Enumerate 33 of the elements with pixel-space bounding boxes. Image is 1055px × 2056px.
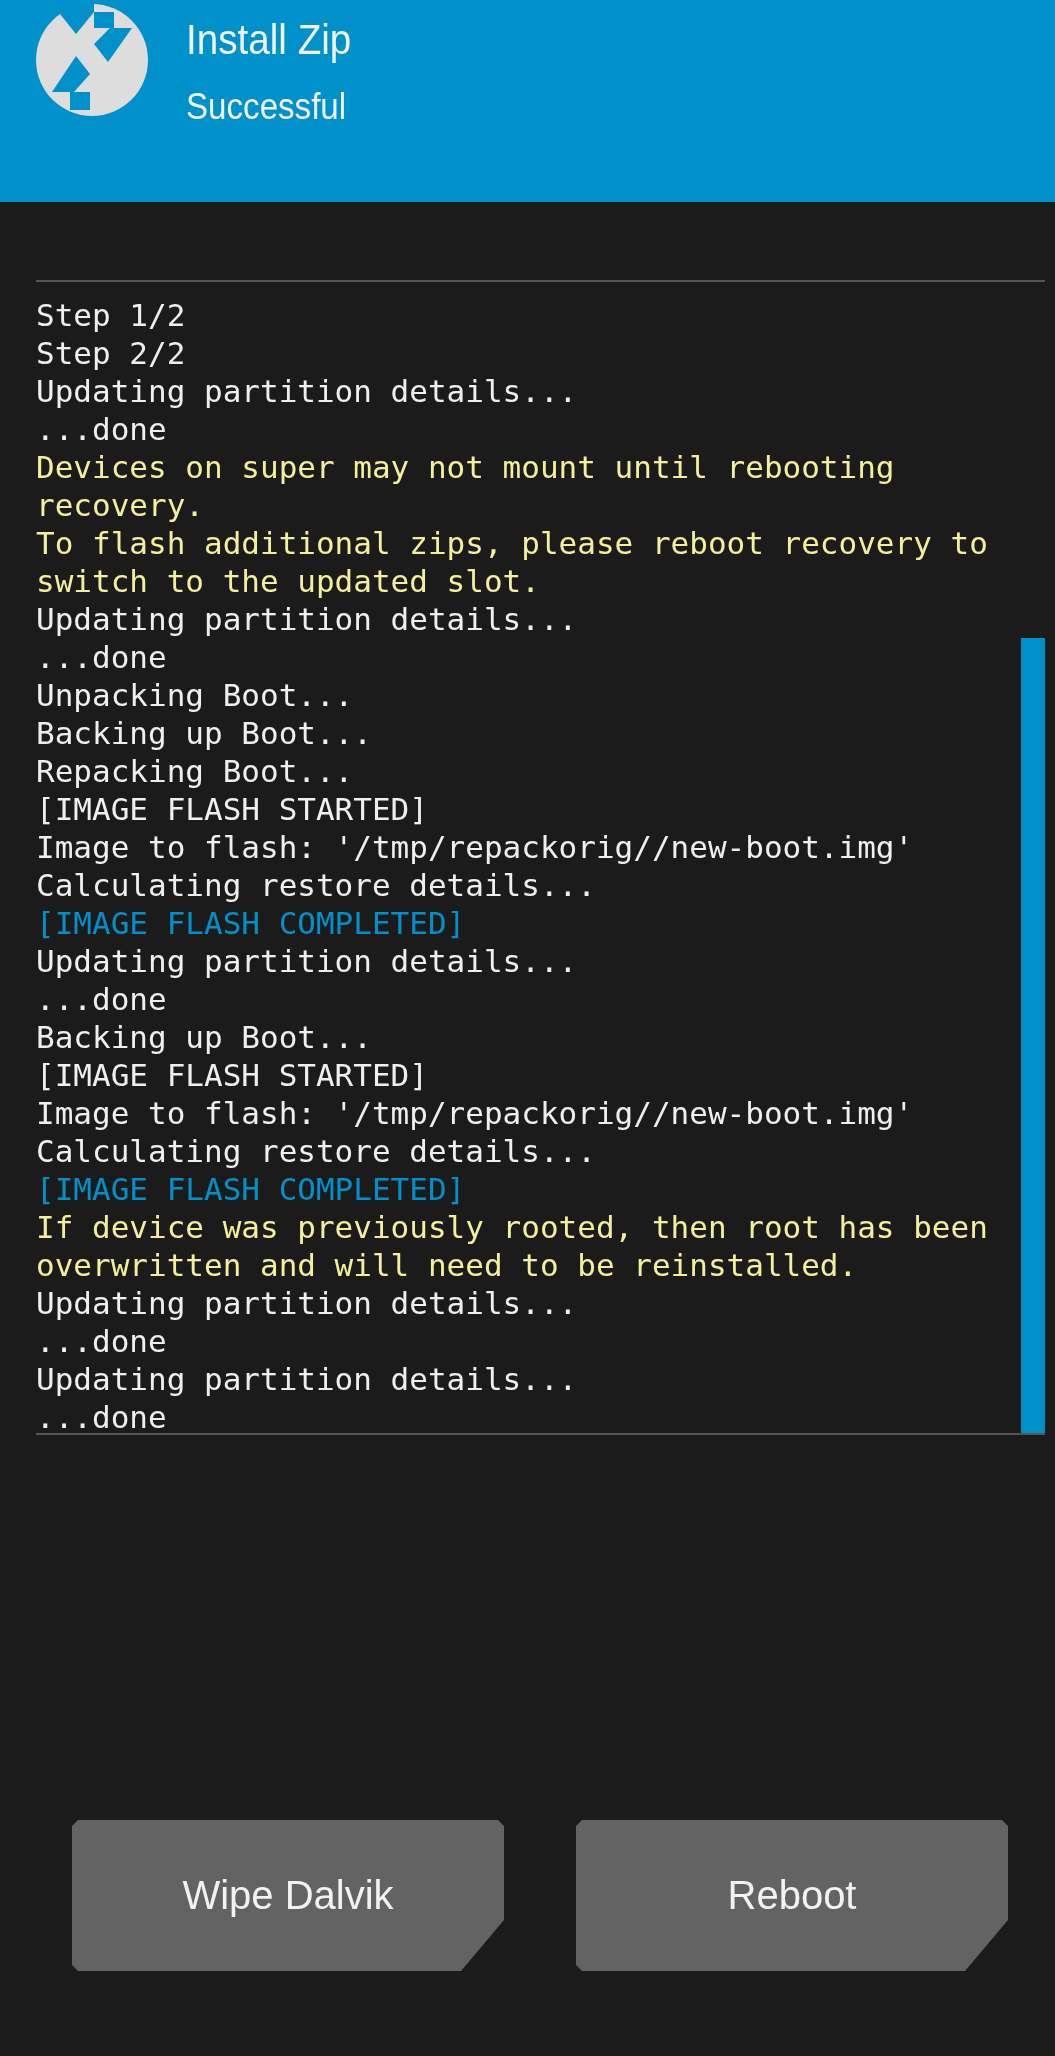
log-line: Backing up Boot... <box>36 714 373 752</box>
log-line: ...done <box>36 410 168 448</box>
log-line: If device was previously rooted, then root has been overwritten and will need to be reinstalled. <box>36 1208 989 1284</box>
status-text: Successful <box>186 86 348 128</box>
log-line: Updating partition details... <box>36 600 579 638</box>
log-line: ...done <box>36 1322 168 1360</box>
log-line: Repacking Boot... <box>36 752 355 790</box>
log-line: Step 2/2 <box>36 334 187 372</box>
log-line: Devices on super may not mount until rebooting recovery. <box>36 448 896 524</box>
action-button[interactable]: Wipe Dalvik <box>72 1820 504 1971</box>
log-line: Updating partition details... <box>36 1284 579 1322</box>
log-line: [IMAGE FLASH STARTED] <box>36 790 429 828</box>
log-line: Unpacking Boot... <box>36 676 355 714</box>
scrollbar[interactable] <box>1021 638 1045 1433</box>
log-line: [IMAGE FLASH STARTED] <box>36 1056 429 1094</box>
log-line: Backing up Boot... <box>36 1018 373 1056</box>
log-line: Image to flash: '/tmp/repackorig//new-boot.img' <box>36 828 915 866</box>
log-line: Updating partition details... <box>36 942 579 980</box>
log-line: Calculating restore details... <box>36 1132 597 1170</box>
log-line: ...done <box>36 1398 168 1436</box>
log-line: [IMAGE FLASH COMPLETED] <box>36 904 467 942</box>
logo-icon <box>36 4 148 116</box>
log-line: Image to flash: '/tmp/repackorig//new-boot.img' <box>36 1094 915 1132</box>
log-line: [IMAGE FLASH COMPLETED] <box>36 1170 467 1208</box>
log-line: Step 1/2 <box>36 296 187 334</box>
log-line: Updating partition details... <box>36 372 579 410</box>
action-button[interactable]: Reboot <box>576 1820 1008 1971</box>
screen-title: Install Zip <box>186 16 352 64</box>
log-line: To flash additional zips, please reboot recovery to switch to the updated slot. <box>36 524 989 600</box>
log-line: Updating partition details... <box>36 1360 579 1398</box>
log-line: Calculating restore details... <box>36 866 597 904</box>
log-line: ...done <box>36 980 168 1018</box>
log-line: ...done <box>36 638 168 676</box>
